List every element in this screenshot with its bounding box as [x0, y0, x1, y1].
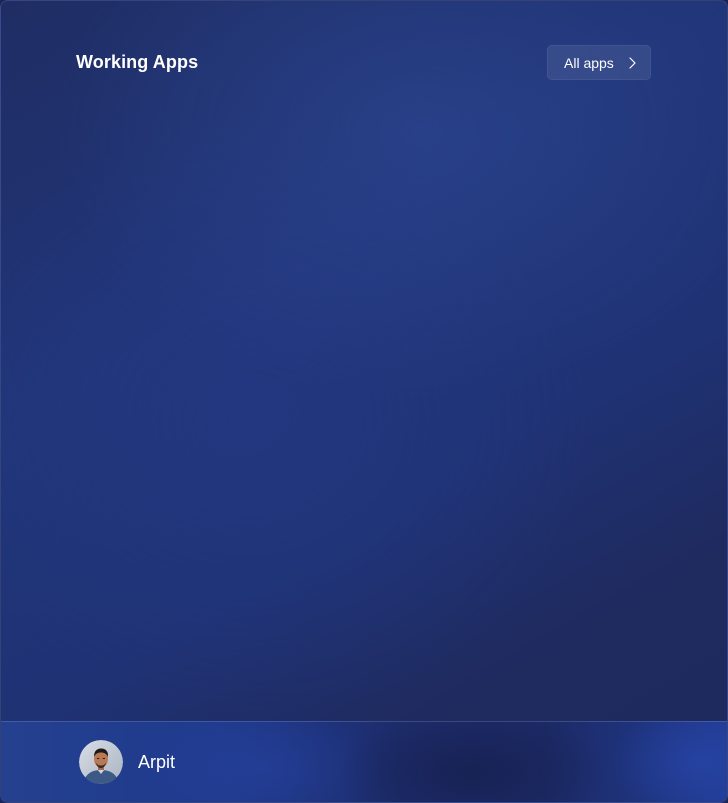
working-apps-grid — [1, 101, 727, 720]
user-name: Arpit — [138, 751, 176, 772]
section-title: Working Apps — [76, 52, 199, 72]
start-menu-panel: Working Apps All apps Arpit — [0, 0, 728, 803]
start-menu-footer: Arpit — [1, 721, 727, 802]
avatar — [79, 740, 123, 784]
all-apps-button[interactable]: All apps — [547, 45, 651, 80]
all-apps-label: All apps — [564, 54, 614, 71]
user-profile-button[interactable]: Arpit — [79, 740, 175, 784]
chevron-right-icon — [629, 56, 636, 69]
apps-header: Working Apps All apps — [76, 45, 651, 80]
